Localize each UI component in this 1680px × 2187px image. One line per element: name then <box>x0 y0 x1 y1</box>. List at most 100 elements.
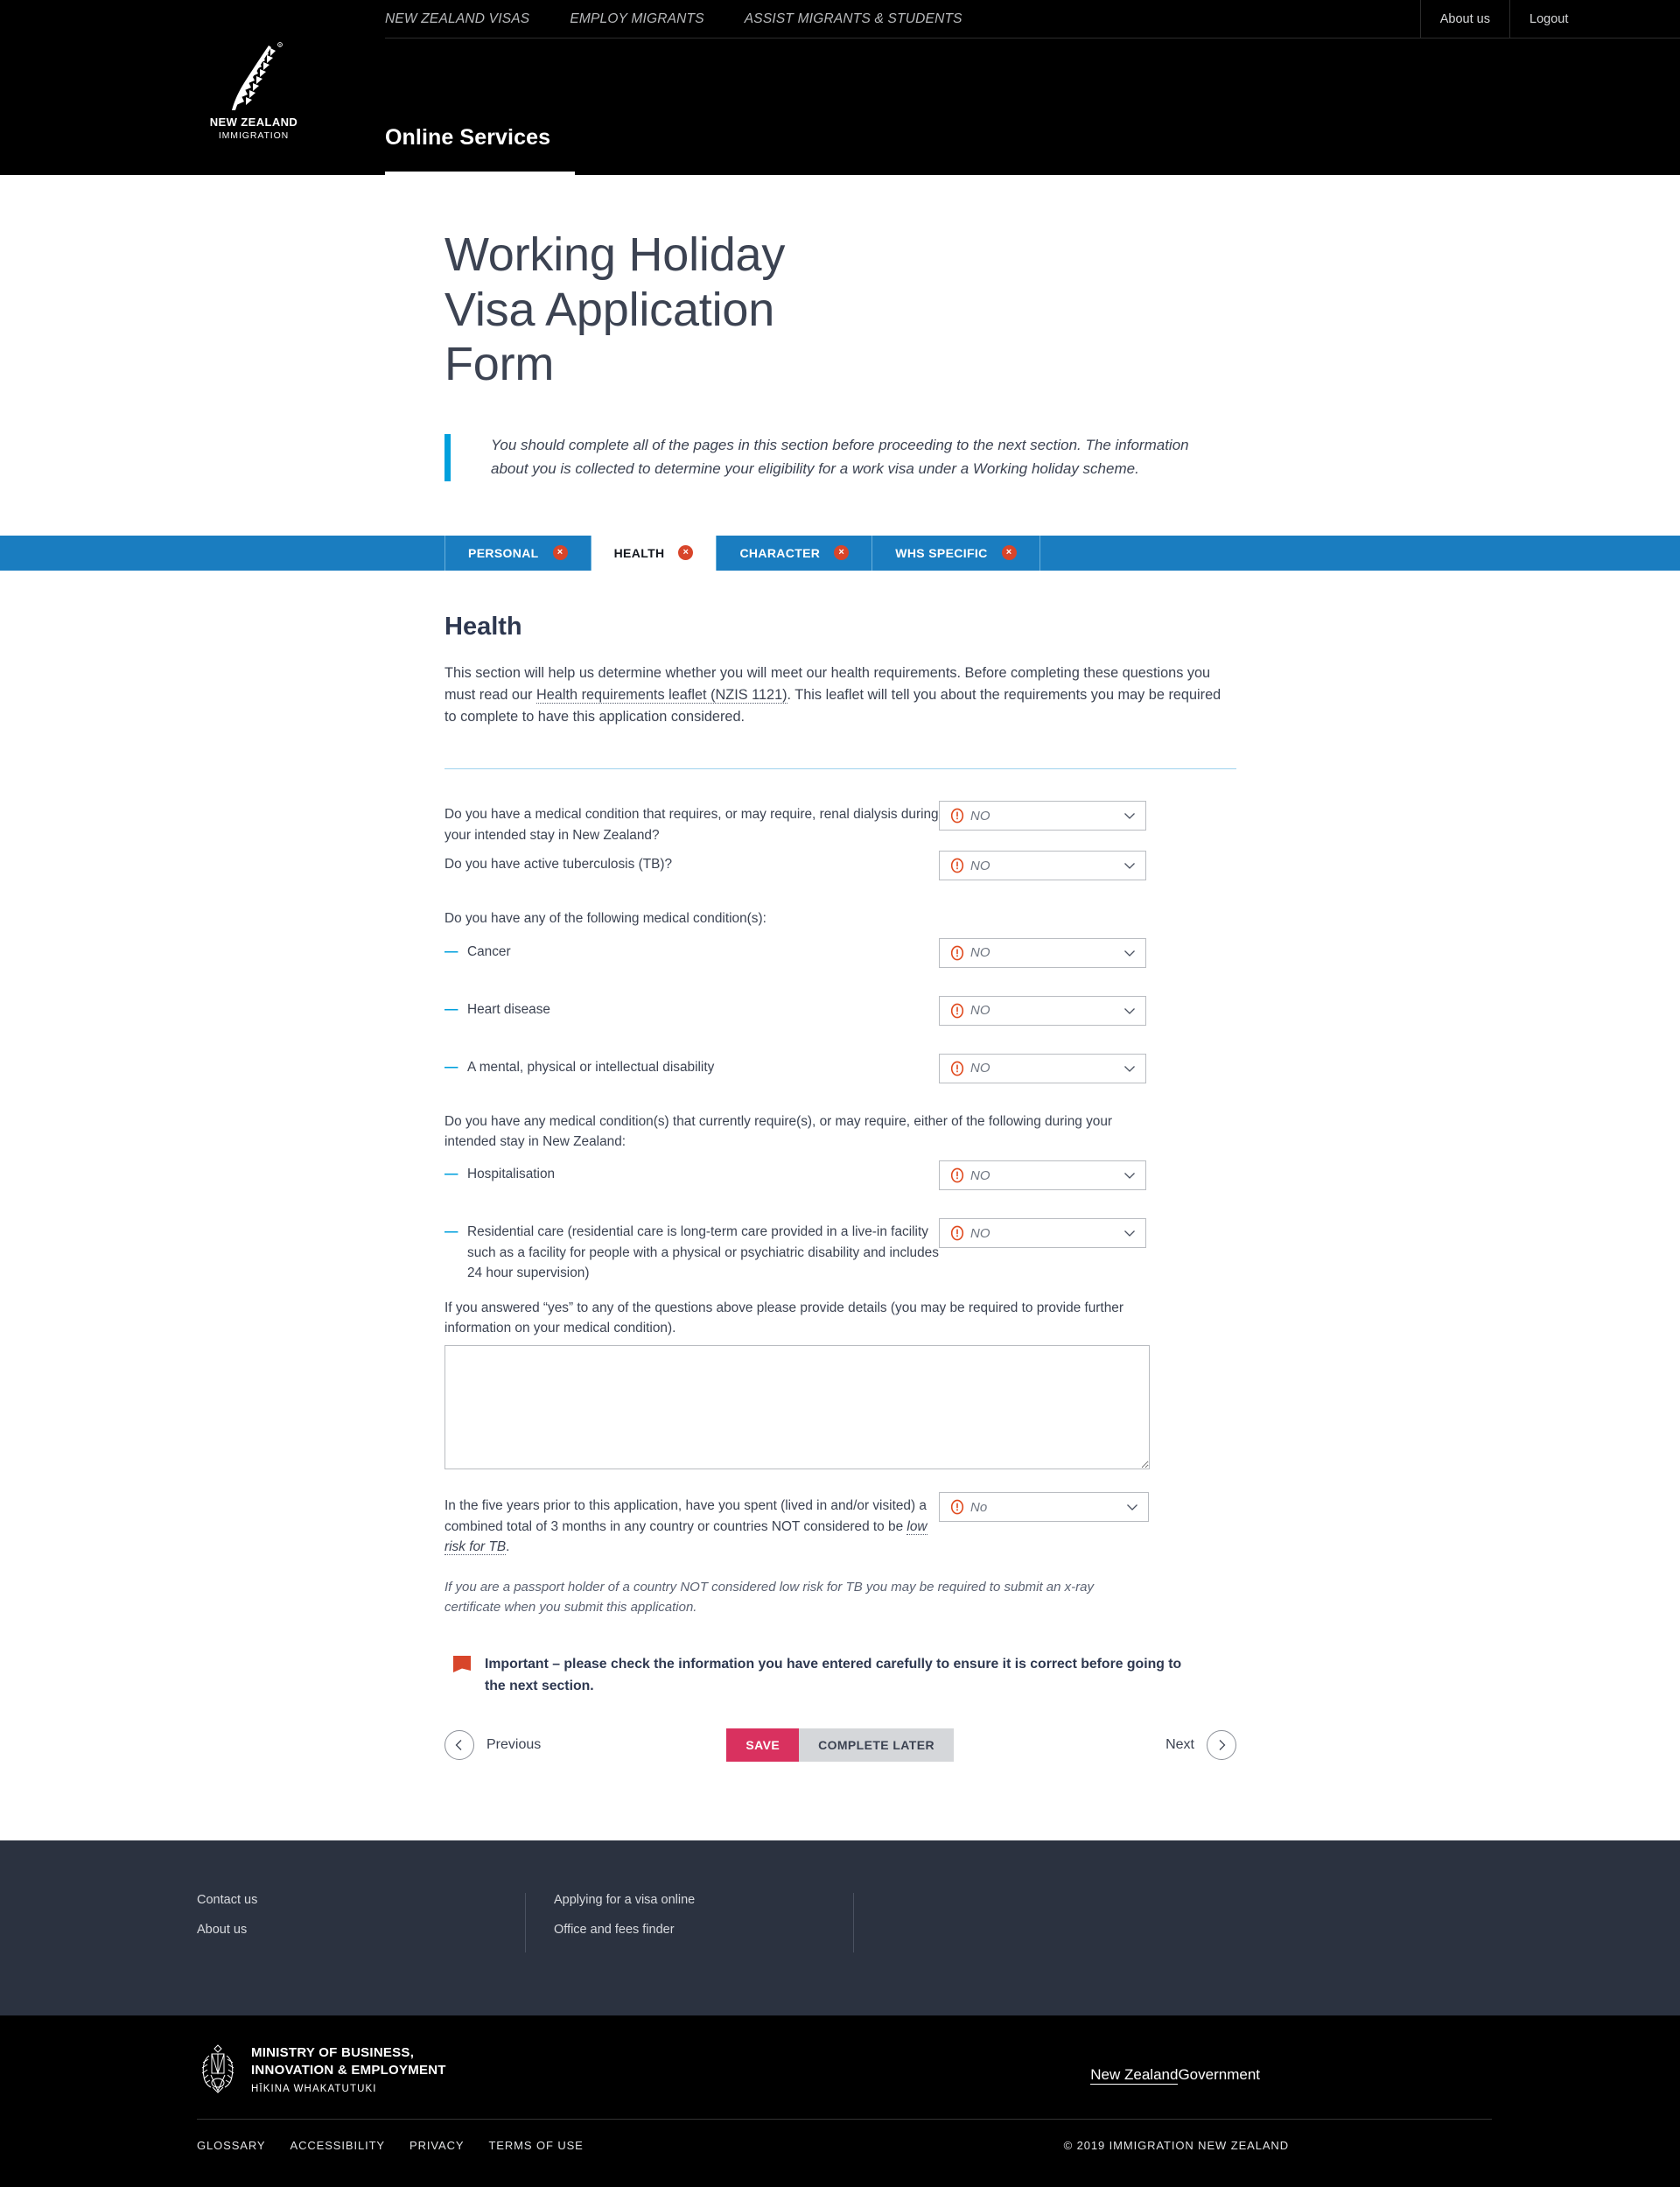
next-button[interactable] <box>1207 1730 1236 1761</box>
about-us-link[interactable]: About us <box>1440 12 1490 26</box>
select-disability-value: NO <box>970 1061 990 1076</box>
save-button[interactable]: SAVE <box>726 1728 800 1763</box>
health-requirements-leaflet-link[interactable]: Health requirements leaflet (NZIS 1121) <box>536 686 788 704</box>
mbie-line-2: INNOVATION & EMPLOYMENT <box>251 2063 446 2078</box>
logout-cell[interactable]: Logout <box>1509 0 1680 39</box>
tb-xray-note: If you are a passport holder of a countr… <box>444 1579 1094 1615</box>
nav-link-employ-migrants[interactable]: EMPLOY MIGRANTS <box>570 11 704 27</box>
footer-link-privacy[interactable]: PRIVACY <box>410 2139 464 2152</box>
question-row-tb-countries: In the five years prior to this applicat… <box>444 1492 1241 1557</box>
section-divider <box>444 768 1236 770</box>
question-row-heart-disease: — Heart disease NO <box>444 995 1241 1034</box>
bullet-dash-icon: — <box>444 1001 458 1017</box>
tab-health[interactable]: HEALTH × <box>590 535 717 571</box>
warning-icon <box>950 808 964 824</box>
warning-icon <box>950 1061 964 1076</box>
footer-link-glossary[interactable]: GLOSSARY <box>197 2139 266 2152</box>
footer-link-contact-us[interactable]: Contact us <box>197 1893 499 1907</box>
form-action-buttons: SAVE COMPLETE LATER <box>514 1728 1166 1763</box>
hero-section: Working Holiday Visa Application Form Yo… <box>0 175 1680 481</box>
question-group-header-care: Do you have any medical condition(s) tha… <box>444 1113 1113 1149</box>
footer-legal-links: GLOSSARY ACCESSIBILITY PRIVACY TERMS OF … <box>197 2120 1492 2152</box>
select-tb-countries[interactable]: No <box>939 1492 1149 1523</box>
select-residential-care[interactable]: NO <box>939 1218 1146 1249</box>
copyright-text: © 2019 IMMIGRATION NEW ZEALAND <box>1063 2139 1289 2153</box>
about-us-cell[interactable]: About us <box>1419 0 1509 39</box>
medical-details-textarea[interactable] <box>444 1345 1150 1470</box>
warning-icon <box>950 1225 964 1241</box>
question-label-heart-disease: Heart disease <box>467 1001 550 1017</box>
bullet-dash-icon: — <box>444 1167 458 1182</box>
select-renal-dialysis-value: NO <box>970 808 990 824</box>
complete-later-button[interactable]: COMPLETE LATER <box>799 1728 954 1763</box>
utility-nav-links: NEW ZEALAND VISAS EMPLOY MIGRANTS ASSIST… <box>385 0 962 39</box>
question-label-active-tb: Do you have active tuberculosis (TB)? <box>444 857 673 873</box>
chevron-down-icon <box>1124 1007 1135 1014</box>
select-disability[interactable]: NO <box>939 1053 1146 1083</box>
select-cancer-value: NO <box>970 945 990 961</box>
important-notice: Important – please check the information… <box>444 1654 1241 1697</box>
details-label: If you answered “yes” to any of the ques… <box>444 1300 1124 1335</box>
select-hospitalisation[interactable]: NO <box>939 1160 1146 1191</box>
warning-icon <box>950 945 964 960</box>
chevron-down-icon <box>1124 1173 1135 1180</box>
question-label-cancer: Cancer <box>467 943 511 959</box>
intro-accent-bar <box>444 433 451 481</box>
footer-link-terms-of-use[interactable]: TERMS OF USE <box>488 2139 583 2152</box>
bullet-dash-icon: — <box>444 1059 458 1075</box>
main-content: Health This section will help us determi… <box>0 571 1680 1841</box>
select-heart-disease-value: NO <box>970 1003 990 1019</box>
tab-character[interactable]: CHARACTER × <box>716 535 872 571</box>
question-row-hospitalisation: — Hospitalisation NO <box>444 1160 1241 1199</box>
question-row-active-tb: Do you have active tuberculosis (TB)? NO <box>444 851 1241 889</box>
question-label-tb-countries: In the five years prior to this applicat… <box>444 1492 939 1557</box>
tb-countries-part2: . <box>506 1539 510 1555</box>
previous-button[interactable] <box>444 1730 474 1761</box>
select-renal-dialysis[interactable]: NO <box>939 801 1146 831</box>
next-label[interactable]: Next <box>1166 1737 1194 1753</box>
brand-line-2: IMMIGRATION <box>218 130 290 141</box>
tab-personal[interactable]: PERSONAL × <box>444 535 591 571</box>
question-group-header-conditions: Do you have any of the following medical… <box>444 911 766 927</box>
section-title: Health <box>444 612 522 641</box>
intro-text: You should complete all of the pages in … <box>491 436 1189 477</box>
online-services-tab[interactable]: Online Services <box>385 125 576 175</box>
warning-icon <box>950 1167 964 1183</box>
footer-link-office-fees-finder[interactable]: Office and fees finder <box>554 1923 827 1937</box>
tab-personal-error-icon: × <box>552 545 568 561</box>
select-active-tb-value: NO <box>970 858 990 873</box>
chevron-right-icon <box>1219 1740 1226 1751</box>
select-active-tb[interactable]: NO <box>939 851 1146 881</box>
form-navigation: Previous SAVE COMPLETE LATER Next <box>444 1728 1236 1763</box>
tab-whs-specific[interactable]: WHS SPECIFIC × <box>872 535 1040 571</box>
footer-link-accessibility[interactable]: ACCESSIBILITY <box>290 2139 386 2152</box>
question-label-disability: A mental, physical or intellectual disab… <box>467 1059 715 1075</box>
footer-link-applying-visa-online[interactable]: Applying for a visa online <box>554 1893 827 1907</box>
footer-bottom-section: MINISTRY OF BUSINESS, INNOVATION & EMPLO… <box>0 2015 1680 2187</box>
site-header: NEW ZEALAND VISAS EMPLOY MIGRANTS ASSIST… <box>0 0 1680 175</box>
nav-link-assist-migrants[interactable]: ASSIST MIGRANTS & STUDENTS <box>745 11 962 27</box>
footer-link-about-us[interactable]: About us <box>197 1923 499 1937</box>
mbie-line-1: MINISTRY OF BUSINESS, <box>251 2045 415 2061</box>
select-heart-disease[interactable]: NO <box>939 995 1146 1026</box>
tab-health-error-icon: × <box>678 545 694 561</box>
nzgov-underlined-text: New Zealand <box>1090 2066 1179 2085</box>
chevron-down-icon <box>1124 813 1135 820</box>
chevron-down-icon <box>1124 1065 1135 1072</box>
nav-link-nz-visas[interactable]: NEW ZEALAND VISAS <box>385 11 529 27</box>
nz-immigration-logo[interactable]: R NEW ZEALAND IMMIGRATION <box>197 42 311 141</box>
bullet-dash-icon: — <box>444 943 458 959</box>
brand-line-1: NEW ZEALAND <box>209 116 298 129</box>
select-cancer[interactable]: NO <box>939 937 1146 968</box>
tab-character-error-icon: × <box>834 545 850 561</box>
nz-government-logo[interactable]: New ZealandGovernment <box>1090 2066 1260 2085</box>
chevron-left-icon <box>455 1740 462 1751</box>
select-hospitalisation-value: NO <box>970 1167 990 1183</box>
nzgov-rest-text: Government <box>1178 2066 1260 2084</box>
utility-nav-account: About us Logout <box>1419 0 1680 39</box>
bullet-dash-icon: — <box>444 1224 458 1240</box>
question-row-renal-dialysis: Do you have a medical condition that req… <box>444 801 1241 845</box>
logout-link[interactable]: Logout <box>1530 12 1568 26</box>
section-description: This section will help us determine whet… <box>444 662 1228 729</box>
question-row-disability: — A mental, physical or intellectual dis… <box>444 1053 1241 1092</box>
